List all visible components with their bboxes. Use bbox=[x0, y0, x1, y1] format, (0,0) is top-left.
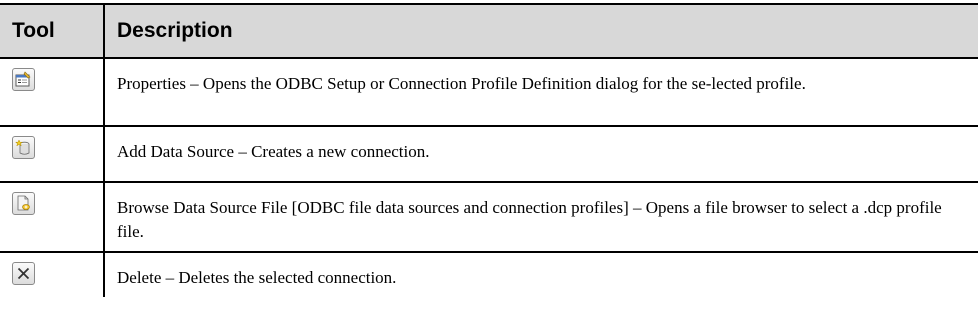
header-row: Tool Description bbox=[0, 3, 978, 59]
table-row: Browse Data Source File [ODBC file data … bbox=[0, 181, 978, 253]
table-row: Add Data Source – Creates a new connecti… bbox=[0, 125, 978, 183]
delete-icon[interactable] bbox=[12, 262, 35, 285]
tool-cell bbox=[0, 251, 105, 297]
table-row: Delete – Deletes the selected connection… bbox=[0, 251, 978, 297]
description-cell: Browse Data Source File [ODBC file data … bbox=[103, 181, 978, 253]
description-cell: Add Data Source – Creates a new connecti… bbox=[103, 125, 978, 183]
properties-icon[interactable] bbox=[12, 68, 35, 91]
tool-cell bbox=[0, 57, 105, 127]
description-column-header: Description bbox=[103, 3, 978, 59]
tool-column-header: Tool bbox=[0, 3, 105, 59]
table-row: Properties – Opens the ODBC Setup or Con… bbox=[0, 57, 978, 127]
add-data-source-icon[interactable] bbox=[12, 136, 35, 159]
tool-cell bbox=[0, 181, 105, 253]
browse-data-source-file-icon[interactable] bbox=[12, 192, 35, 215]
description-cell: Properties – Opens the ODBC Setup or Con… bbox=[103, 57, 978, 127]
description-cell: Delete – Deletes the selected connection… bbox=[103, 251, 978, 297]
tool-cell bbox=[0, 125, 105, 183]
tool-table: Tool Description Properties – Opens the … bbox=[0, 3, 978, 297]
